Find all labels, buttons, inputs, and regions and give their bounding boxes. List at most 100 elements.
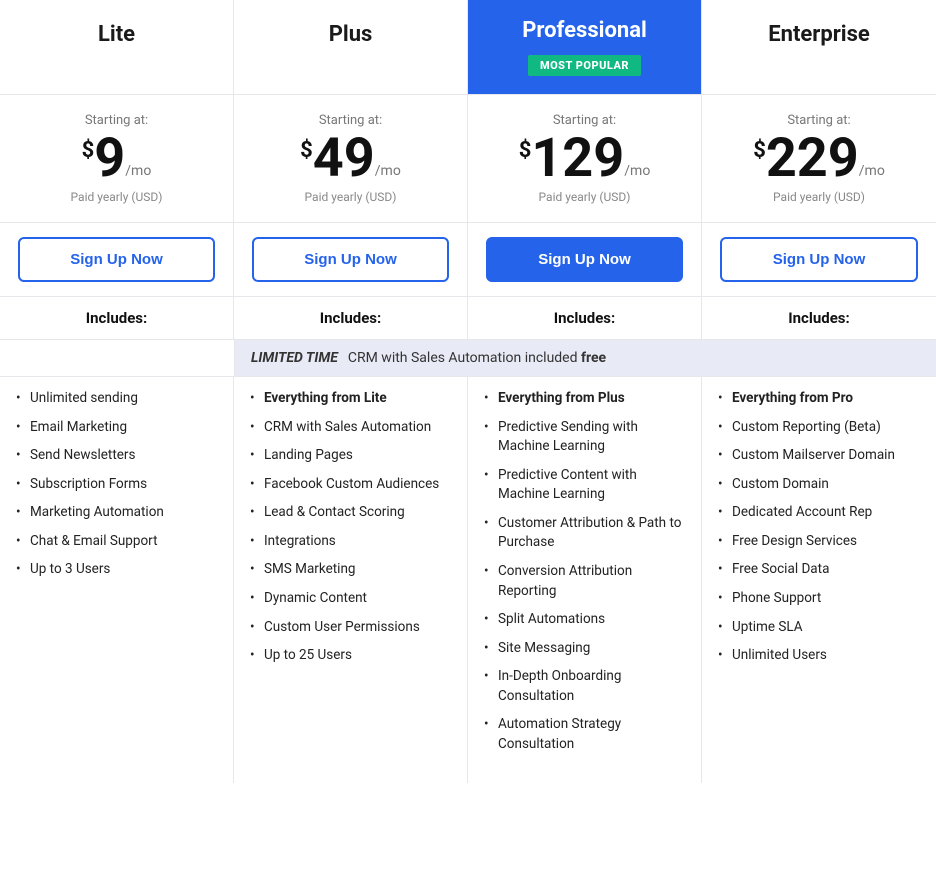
lite-paid-yearly: Paid yearly (USD) [12, 190, 221, 204]
list-item: Up to 25 Users [250, 646, 451, 666]
pro-price-amount: $ 129 /mo [480, 132, 689, 186]
list-item: Everything from Pro [718, 389, 920, 409]
lite-signup-button[interactable]: Sign Up Now [18, 237, 215, 282]
list-item: Predictive Content with Machine Learning [484, 466, 685, 505]
plus-price-amount: $ 49 /mo [246, 132, 455, 186]
lite-includes: Includes: [0, 297, 234, 339]
list-item: Chat & Email Support [16, 532, 217, 552]
lite-features-cell: Unlimited sending Email Marketing Send N… [0, 377, 234, 783]
ent-dollar: $ [753, 132, 766, 162]
lite-features-list: Unlimited sending Email Marketing Send N… [16, 389, 217, 580]
list-item: Subscription Forms [16, 475, 217, 495]
lite-price-amount: $ 9 /mo [12, 132, 221, 186]
includes-row: Includes: Includes: Includes: Includes: [0, 296, 936, 339]
list-item: Custom Domain [718, 475, 920, 495]
banner-text-plain: CRM with Sales Automation included [348, 350, 581, 366]
ent-starting-at: Starting at: [714, 113, 924, 128]
pro-price-number: 129 [531, 132, 624, 186]
ent-price-amount: $ 229 /mo [714, 132, 924, 186]
list-item: Unlimited sending [16, 389, 217, 409]
lite-price-number: 9 [94, 132, 125, 186]
pro-starting-at: Starting at: [480, 113, 689, 128]
list-item: Custom User Permissions [250, 618, 451, 638]
list-item: Free Social Data [718, 560, 920, 580]
list-item: Free Design Services [718, 532, 920, 552]
enterprise-header: Enterprise [702, 0, 936, 94]
list-item: Send Newsletters [16, 446, 217, 466]
plus-features-cell: Everything from Lite CRM with Sales Auto… [234, 377, 468, 783]
list-item: Phone Support [718, 589, 920, 609]
list-item: CRM with Sales Automation [250, 418, 451, 438]
banner-label: LIMITED TIME [251, 350, 338, 366]
list-item: Facebook Custom Audiences [250, 475, 451, 495]
professional-signup-cell: Sign Up Now [468, 223, 702, 296]
most-popular-badge-wrap: MOST POPULAR [484, 49, 685, 76]
lite-signup-cell: Sign Up Now [0, 223, 234, 296]
lite-per-mo: /mo [125, 164, 151, 186]
list-item: SMS Marketing [250, 560, 451, 580]
list-item: Email Marketing [16, 418, 217, 438]
plus-features-list: Everything from Lite CRM with Sales Auto… [250, 389, 451, 666]
list-item: Dynamic Content [250, 589, 451, 609]
lite-price-cell: Starting at: $ 9 /mo Paid yearly (USD) [0, 95, 234, 222]
plan-names-row: Lite Plus Professional MOST POPULAR Ente… [0, 0, 936, 94]
list-item: Custom Reporting (Beta) [718, 418, 920, 438]
list-item: Everything from Plus [484, 389, 685, 409]
plus-header: Plus [234, 0, 468, 94]
professional-header: Professional MOST POPULAR [468, 0, 702, 94]
plus-per-mo: /mo [375, 164, 401, 186]
plus-includes: Includes: [234, 297, 468, 339]
plus-signup-cell: Sign Up Now [234, 223, 468, 296]
plus-paid-yearly: Paid yearly (USD) [246, 190, 455, 204]
limited-time-banner: LIMITED TIME CRM with Sales Automation i… [0, 339, 936, 376]
list-item: Automation Strategy Consultation [484, 715, 685, 754]
pro-features-list: Everything from Plus Predictive Sending … [484, 389, 685, 754]
lite-starting-at: Starting at: [12, 113, 221, 128]
lite-dollar: $ [82, 132, 95, 162]
professional-price-cell: Starting at: $ 129 /mo Paid yearly (USD) [468, 95, 702, 222]
list-item: Uptime SLA [718, 618, 920, 638]
price-row: Starting at: $ 9 /mo Paid yearly (USD) S… [0, 94, 936, 222]
enterprise-price-cell: Starting at: $ 229 /mo Paid yearly (USD) [702, 95, 936, 222]
ent-per-mo: /mo [859, 164, 885, 186]
enterprise-features-cell: Everything from Pro Custom Reporting (Be… [702, 377, 936, 783]
pro-includes: Includes: [468, 297, 702, 339]
enterprise-plan-name: Enterprise [718, 22, 920, 47]
lite-header: Lite [0, 0, 234, 94]
list-item: Marketing Automation [16, 503, 217, 523]
plus-price-number: 49 [313, 132, 375, 186]
plus-plan-name: Plus [250, 22, 451, 47]
plus-dollar: $ [300, 132, 313, 162]
most-popular-badge: MOST POPULAR [528, 55, 641, 76]
pro-paid-yearly: Paid yearly (USD) [480, 190, 689, 204]
professional-signup-button[interactable]: Sign Up Now [486, 237, 683, 282]
list-item: Site Messaging [484, 639, 685, 659]
list-item: Everything from Lite [250, 389, 451, 409]
plus-price-cell: Starting at: $ 49 /mo Paid yearly (USD) [234, 95, 468, 222]
pro-per-mo: /mo [624, 164, 650, 186]
enterprise-features-list: Everything from Pro Custom Reporting (Be… [718, 389, 920, 666]
ent-price-number: 229 [766, 132, 859, 186]
list-item: Integrations [250, 532, 451, 552]
list-item: Custom Mailserver Domain [718, 446, 920, 466]
pro-dollar: $ [519, 132, 532, 162]
banner-content: LIMITED TIME CRM with Sales Automation i… [234, 340, 936, 376]
list-item: Customer Attribution & Path to Purchase [484, 514, 685, 553]
enterprise-signup-button[interactable]: Sign Up Now [720, 237, 918, 282]
plus-starting-at: Starting at: [246, 113, 455, 128]
signup-buttons-row: Sign Up Now Sign Up Now Sign Up Now Sign… [0, 222, 936, 296]
enterprise-signup-cell: Sign Up Now [702, 223, 936, 296]
list-item: Conversion Attribution Reporting [484, 562, 685, 601]
pricing-table: Lite Plus Professional MOST POPULAR Ente… [0, 0, 936, 783]
list-item: Unlimited Users [718, 646, 920, 666]
list-item: Landing Pages [250, 446, 451, 466]
list-item: Lead & Contact Scoring [250, 503, 451, 523]
banner-text: CRM with Sales Automation included free [348, 350, 606, 366]
list-item: Up to 3 Users [16, 560, 217, 580]
list-item: Split Automations [484, 610, 685, 630]
list-item: Dedicated Account Rep [718, 503, 920, 523]
plus-signup-button[interactable]: Sign Up Now [252, 237, 449, 282]
ent-includes: Includes: [702, 297, 936, 339]
ent-paid-yearly: Paid yearly (USD) [714, 190, 924, 204]
professional-plan-name: Professional [484, 18, 685, 43]
